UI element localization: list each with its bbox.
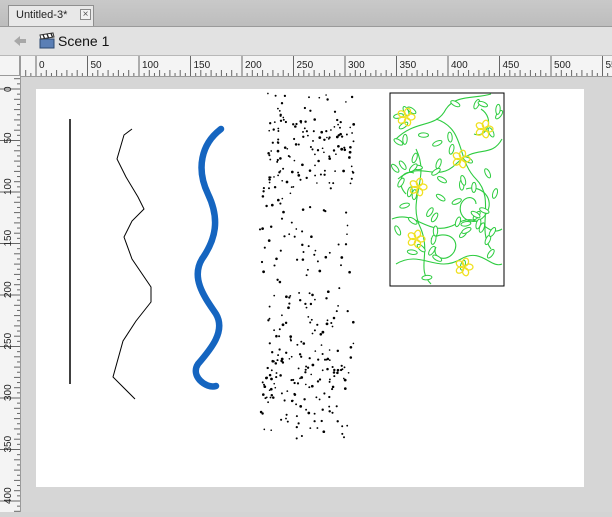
document-tab-bar: Untitled-3* × bbox=[0, 0, 612, 27]
ruler-label: 450 bbox=[503, 60, 520, 71]
document-tab-title: Untitled-3* bbox=[16, 9, 67, 21]
vertical-ruler: 0 50 100 150 200 250 300 350 400 bbox=[0, 56, 21, 512]
ruler-label: 200 bbox=[245, 60, 262, 71]
ruler-label: 300 bbox=[3, 384, 14, 401]
ruler-label: 300 bbox=[348, 60, 365, 71]
ruler-label: 150 bbox=[3, 229, 14, 246]
ruler-label: 200 bbox=[3, 281, 14, 298]
close-icon[interactable]: × bbox=[80, 9, 91, 20]
vine-flower-pattern-shape[interactable] bbox=[390, 93, 504, 286]
ruler-label: 150 bbox=[194, 60, 211, 71]
ruler-label: 500 bbox=[554, 60, 571, 71]
pasteboard[interactable] bbox=[21, 77, 612, 512]
ruler-label: 550 bbox=[606, 60, 612, 71]
document-tab[interactable]: Untitled-3* × bbox=[8, 5, 94, 26]
ruler-label: 350 bbox=[3, 435, 14, 452]
ruler-label: 50 bbox=[91, 60, 103, 71]
ruler-label: 0 bbox=[39, 60, 45, 71]
ruler-label: 400 bbox=[451, 60, 468, 71]
horizontal-ruler: 0 50 100 150 200 250 300 350 400 450 500 550 bbox=[20, 56, 612, 77]
stage-canvas[interactable] bbox=[36, 89, 584, 487]
ruler-label: 250 bbox=[3, 332, 14, 349]
ruler-label: 100 bbox=[142, 60, 159, 71]
ruler-label: 350 bbox=[400, 60, 417, 71]
back-arrow-icon[interactable] bbox=[12, 33, 28, 49]
zigzag-line-shape[interactable] bbox=[113, 129, 151, 399]
ruler-corner bbox=[0, 56, 20, 76]
spray-dot-column-shape[interactable] bbox=[259, 93, 355, 440]
ruler-label: 250 bbox=[297, 60, 314, 71]
clapperboard-icon bbox=[38, 32, 56, 50]
ruler-label: 0 bbox=[3, 86, 14, 92]
scene-name: Scene 1 bbox=[58, 33, 109, 49]
blue-wave-stroke-shape[interactable] bbox=[196, 129, 221, 386]
ruler-label: 100 bbox=[3, 178, 14, 195]
edit-bar: Scene 1 bbox=[0, 27, 612, 56]
ruler-label: 400 bbox=[3, 487, 14, 504]
ruler-label: 50 bbox=[3, 132, 14, 144]
